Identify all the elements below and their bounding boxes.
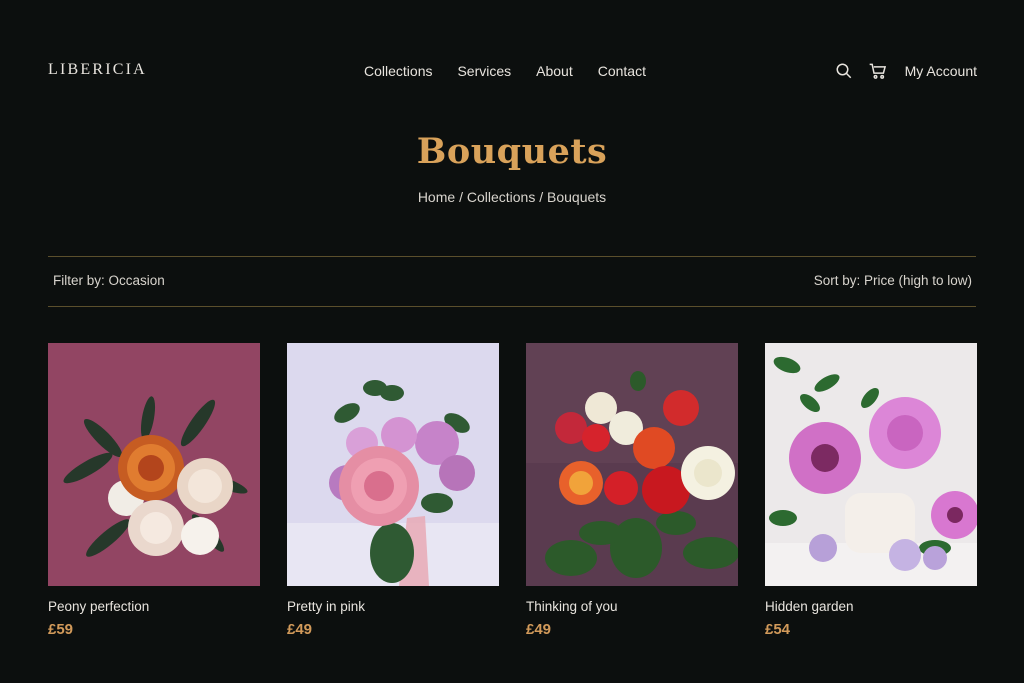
breadcrumb-collections[interactable]: Collections: [467, 189, 535, 205]
product-name[interactable]: Hidden garden: [765, 599, 977, 614]
breadcrumb-separator: /: [459, 189, 467, 205]
page-title: Bouquets: [416, 131, 608, 172]
mixed-roses-bouquet-image: [526, 343, 738, 586]
filter-dropdown[interactable]: Filter by: Occasion: [53, 273, 165, 288]
product-price: £49: [287, 621, 313, 638]
sort-dropdown[interactable]: Sort by: Price (high to low): [814, 273, 972, 288]
brand-logo[interactable]: LIBERICIA: [48, 61, 147, 79]
peony-bouquet-image: [48, 343, 260, 586]
product-price: £49: [526, 621, 552, 638]
product-name[interactable]: Pretty in pink: [287, 599, 499, 614]
divider-bottom: [48, 306, 976, 307]
breadcrumb: Home / Collections / Bouquets: [0, 189, 1024, 205]
header-tools: My Account: [833, 60, 977, 82]
divider-top: [48, 256, 976, 257]
product-name[interactable]: Thinking of you: [526, 599, 738, 614]
product-image[interactable]: [48, 343, 260, 586]
product-price: £59: [48, 621, 74, 638]
breadcrumb-current: Bouquets: [547, 189, 607, 205]
nav-services[interactable]: Services: [457, 63, 511, 79]
product-name[interactable]: Peony perfection: [48, 599, 260, 614]
product-price: £54: [765, 621, 791, 638]
cart-icon[interactable]: [867, 60, 889, 82]
nav-collections[interactable]: Collections: [364, 63, 432, 79]
product-image[interactable]: [526, 343, 738, 586]
product-image[interactable]: [287, 343, 499, 586]
product-card[interactable]: Hidden garden £54: [765, 343, 977, 638]
breadcrumb-home[interactable]: Home: [418, 189, 455, 205]
my-account-link[interactable]: My Account: [905, 63, 977, 79]
product-card[interactable]: Thinking of you £49: [526, 343, 738, 638]
nav-contact[interactable]: Contact: [598, 63, 646, 79]
product-card[interactable]: Peony perfection £59: [48, 343, 260, 638]
hidden-garden-bouquet-image: [765, 343, 977, 586]
main-nav: Collections Services About Contact: [352, 63, 658, 79]
search-icon[interactable]: [833, 60, 855, 82]
product-image[interactable]: [765, 343, 977, 586]
product-card[interactable]: Pretty in pink £49: [287, 343, 499, 638]
nav-about[interactable]: About: [536, 63, 573, 79]
breadcrumb-separator: /: [539, 189, 547, 205]
pink-rose-bouquet-image: [287, 343, 499, 586]
